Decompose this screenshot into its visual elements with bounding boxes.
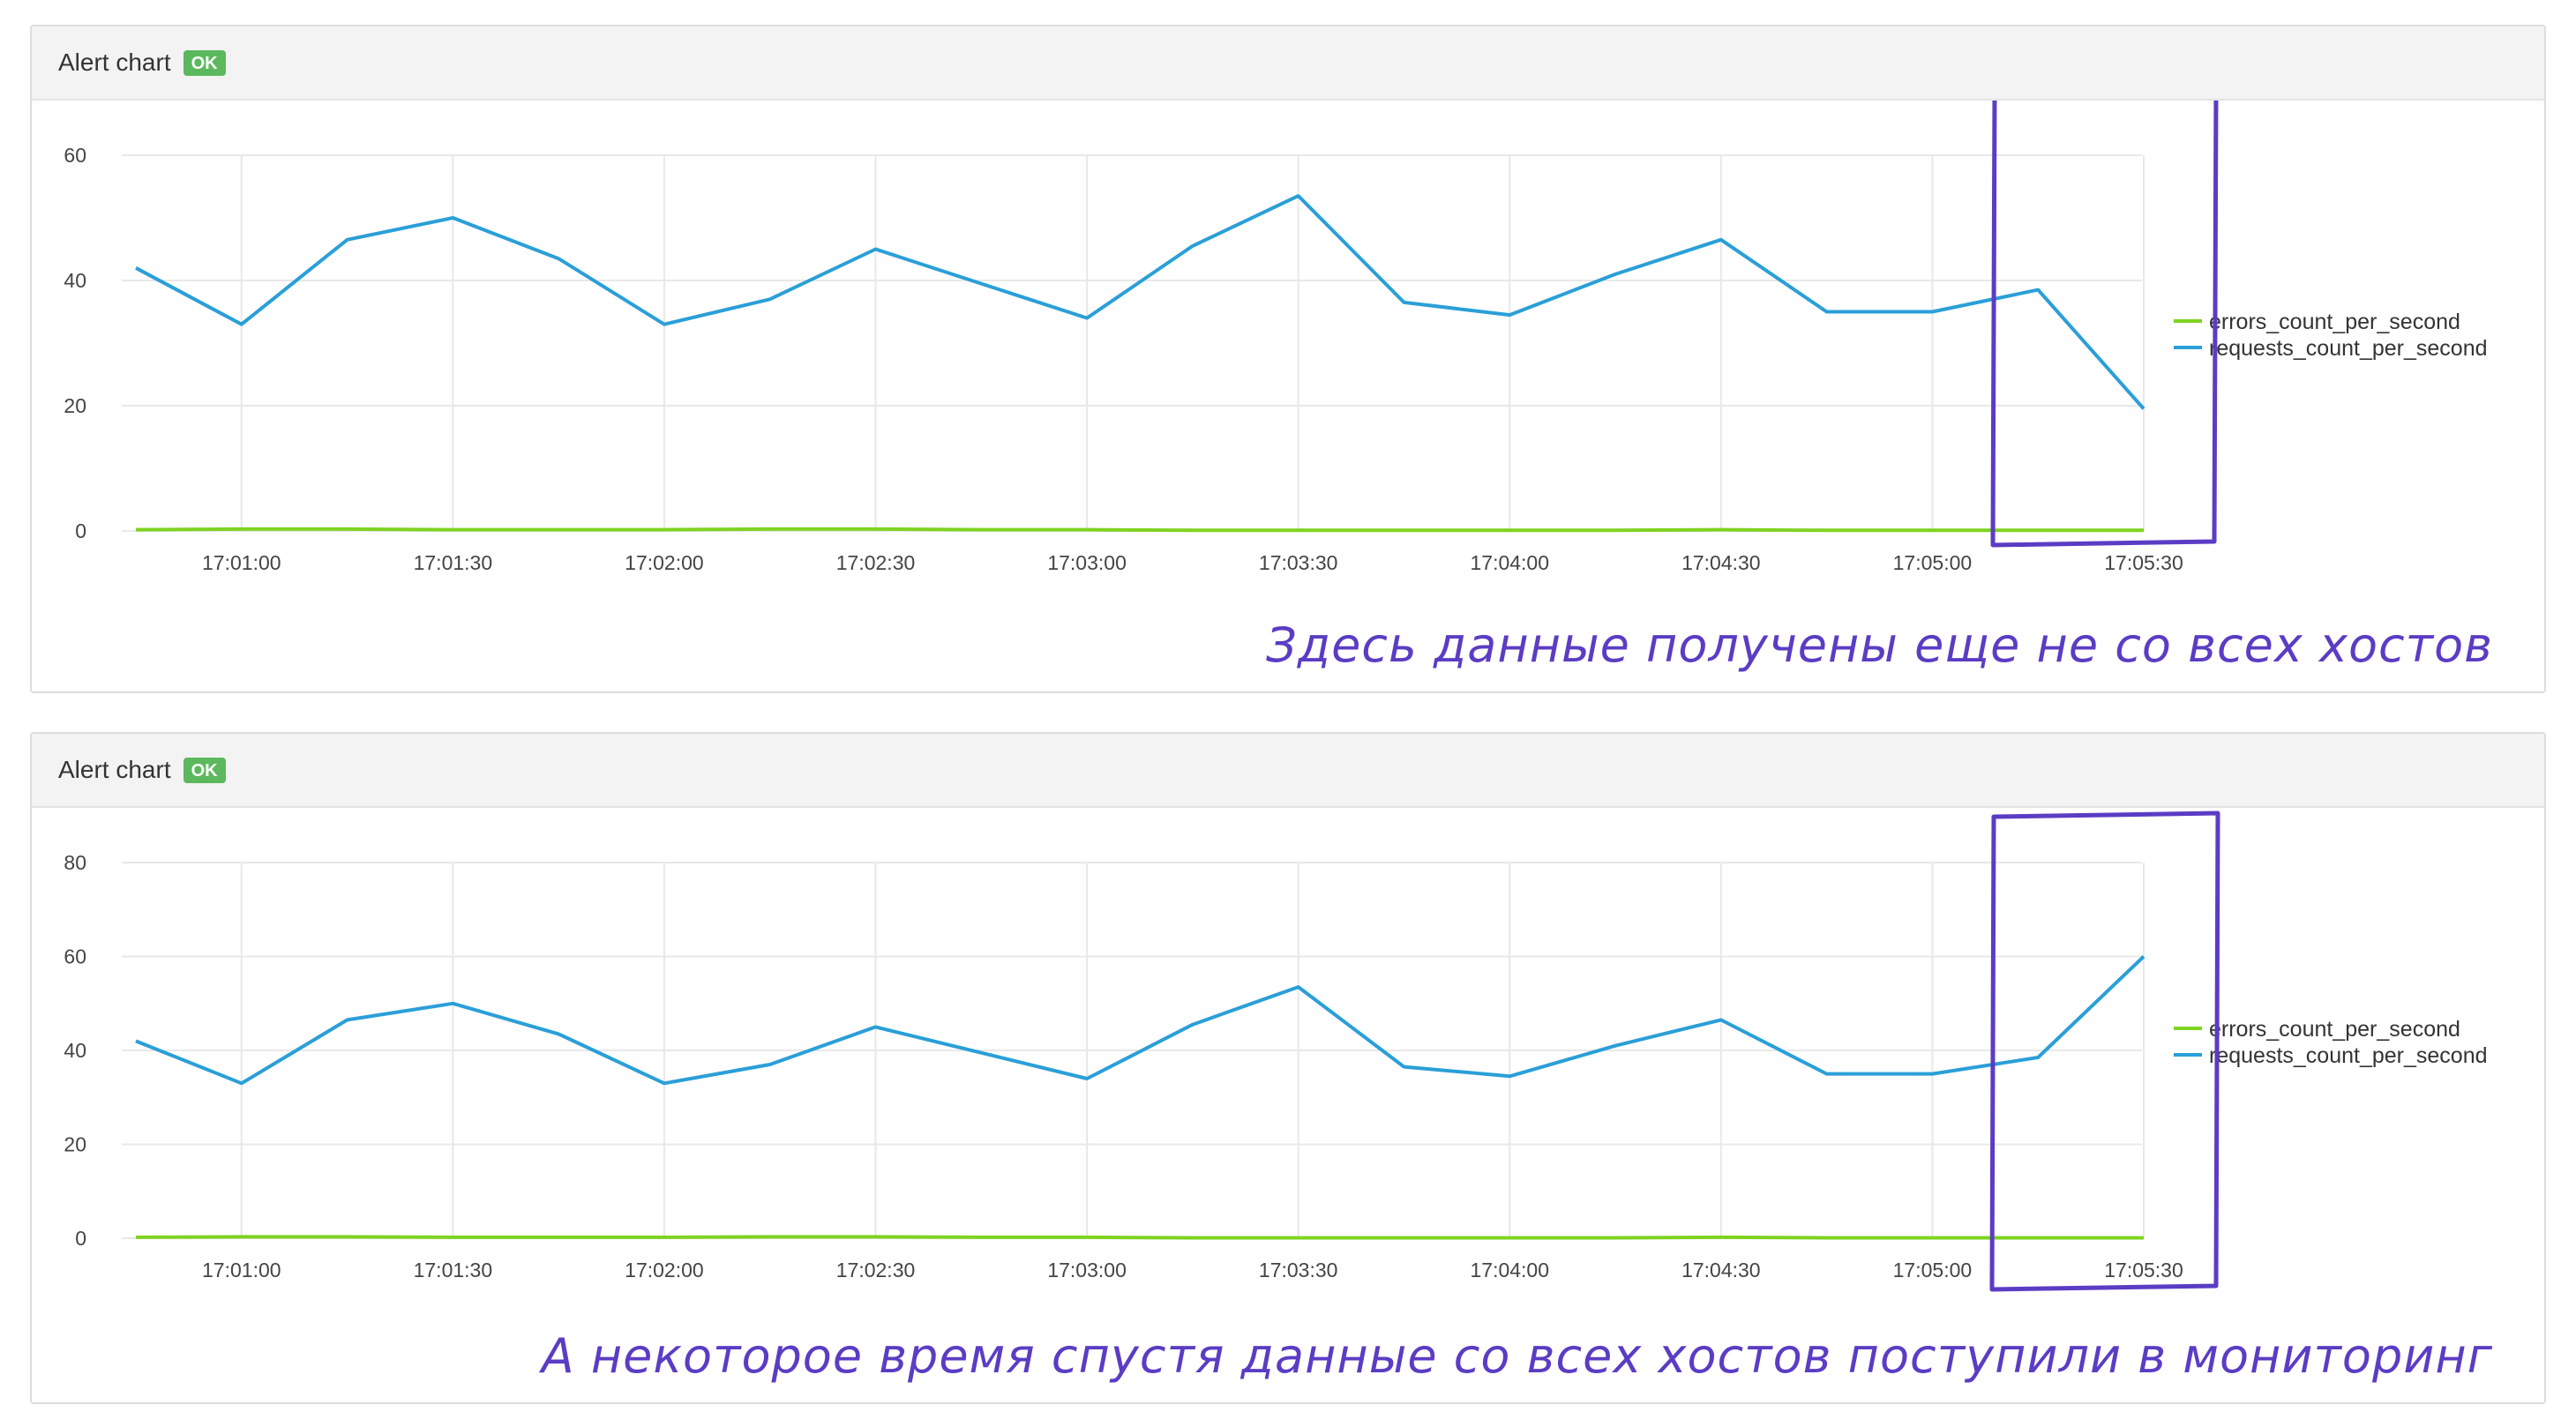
handwritten-annotation: Здесь данные получены еще не со всех хос…: [1266, 617, 2493, 673]
legend-label: errors_count_per_second: [2209, 310, 2460, 334]
x-tick-label: 17:05:00: [1893, 551, 1973, 574]
line-chart: 0 20 40 60 17:01:00 17:01:30 17:02:00 17:02:30 1…: [64, 101, 2488, 574]
series-line: [135, 1235, 2144, 1240]
panel-header: Alert chart OK: [32, 734, 2544, 808]
alert-chart-panel: Alert chart OK 0 20 40 60 80 17:01:00 17:01:30…: [30, 732, 2546, 1404]
x-tick-label: 17:04:30: [1681, 1259, 1761, 1281]
x-tick-label: 17:04:30: [1681, 551, 1761, 574]
x-tick-label: 17:01:00: [202, 551, 281, 574]
legend-label: errors_count_per_second: [2209, 1017, 2460, 1042]
x-tick-label: 17:05:30: [2104, 551, 2183, 574]
x-tick-label: 17:03:30: [1259, 551, 1338, 574]
y-tick-label: 0: [75, 1227, 86, 1250]
x-tick-label: 17:01:30: [414, 551, 493, 574]
x-tick-label: 17:04:00: [1470, 1259, 1549, 1281]
status-badge: OK: [183, 757, 226, 783]
line-chart: 0 20 40 60 80 17:01:00 17:01:30 17:02:00 17:02:3…: [64, 811, 2488, 1292]
status-badge: OK: [183, 49, 226, 76]
alert-chart-panel: Alert chart OK 0 20 40 60 17:01:00 17:01:30 17…: [30, 25, 2546, 693]
x-tick-label: 17:03:00: [1047, 1259, 1127, 1281]
y-tick-label: 20: [64, 394, 86, 417]
x-tick-label: 17:02:30: [836, 1259, 916, 1281]
legend-label: requests_count_per_second: [2209, 1043, 2488, 1068]
series-line: [135, 527, 2144, 533]
y-tick-label: 80: [64, 851, 86, 874]
y-tick-label: 60: [64, 945, 86, 968]
handwritten-annotation: А некоторое время спустя данные со всех …: [541, 1328, 2493, 1384]
x-tick-label: 17:02:30: [836, 551, 916, 574]
x-tick-label: 17:02:00: [625, 551, 704, 574]
x-tick-label: 17:01:30: [414, 1259, 493, 1281]
x-tick-label: 17:04:00: [1470, 551, 1549, 574]
x-tick-label: 17:03:30: [1259, 1259, 1338, 1281]
x-tick-label: 17:01:00: [202, 1259, 281, 1281]
series-line: [135, 955, 2145, 1086]
y-tick-label: 0: [75, 519, 86, 542]
panel-title: Alert chart: [58, 756, 171, 783]
y-tick-label: 40: [64, 1039, 86, 1062]
y-tick-label: 20: [64, 1133, 86, 1156]
x-tick-label: 17:05:30: [2104, 1259, 2183, 1281]
x-tick-label: 17:05:00: [1893, 1259, 1973, 1281]
y-tick-label: 60: [64, 144, 86, 167]
y-tick-label: 40: [64, 269, 86, 292]
x-tick-label: 17:02:00: [625, 1259, 704, 1281]
panel-title: Alert chart: [58, 49, 171, 76]
panel-header: Alert chart OK: [32, 26, 2544, 101]
series-line: [135, 194, 2145, 410]
legend-label: requests_count_per_second: [2209, 336, 2488, 361]
x-tick-label: 17:03:00: [1047, 551, 1127, 574]
